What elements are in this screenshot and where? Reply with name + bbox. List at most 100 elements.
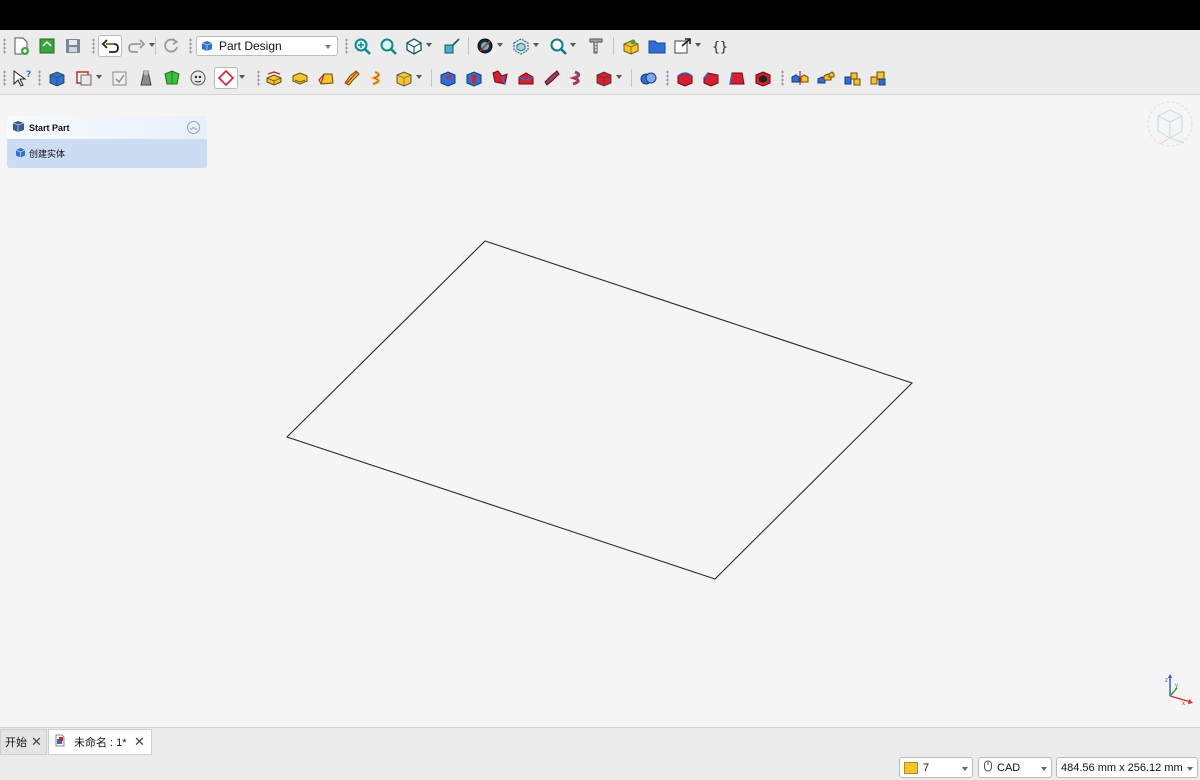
open-document-button[interactable] [36, 35, 58, 57]
close-icon[interactable]: ✕ [134, 734, 145, 750]
fit-selection-button[interactable] [377, 35, 399, 57]
view-isometric-button[interactable] [403, 35, 425, 57]
toolbar-grip[interactable] [257, 70, 260, 86]
close-icon[interactable]: ✕ [31, 734, 42, 750]
subtractive-primitive-button[interactable] [593, 67, 615, 89]
partdesign-workbench-icon [201, 41, 213, 51]
additive-pipe-button[interactable] [341, 67, 363, 89]
groove-icon [492, 70, 508, 85]
toolbar-grip[interactable] [92, 38, 95, 54]
draw-style-select[interactable]: 7 [899, 757, 973, 778]
svg-text:{}: {} [712, 40, 728, 55]
revolution-icon [292, 72, 308, 85]
chevron-down-icon[interactable] [96, 75, 102, 79]
subtractive-helix-button[interactable] [567, 67, 589, 89]
additive-helix-button[interactable] [367, 67, 389, 89]
fit-all-button[interactable] [351, 35, 373, 57]
additive-primitive-button[interactable] [393, 67, 415, 89]
validate-sketch-button[interactable] [109, 67, 131, 89]
subshape-binder-button[interactable] [161, 67, 183, 89]
chevron-down-icon[interactable] [533, 43, 539, 47]
chevron-down-icon[interactable] [616, 75, 622, 79]
toolbar-grip[interactable] [3, 38, 6, 54]
datum-plane-icon [217, 69, 235, 87]
linear-pattern-button[interactable] [815, 67, 837, 89]
create-body-label: 创建实体 [29, 149, 66, 159]
draw-style-icon [477, 38, 493, 54]
toolbar-grip[interactable] [781, 70, 784, 86]
whats-this-button[interactable]: ? [10, 67, 32, 89]
3d-viewport[interactable] [0, 95, 1200, 727]
multi-transform-button[interactable] [867, 67, 889, 89]
fit-selection-icon [380, 38, 397, 55]
draw-style-button[interactable] [474, 35, 496, 57]
subtractive-pipe-icon [544, 70, 560, 86]
undo-button[interactable] [98, 35, 122, 57]
task-panel-header[interactable]: Start Part ︽ [7, 116, 207, 139]
tab-untitled-document[interactable]: 未命名 : 1* ✕ [48, 729, 152, 755]
hole-icon [466, 71, 482, 87]
clone-button[interactable] [187, 67, 209, 89]
datum-plane-button[interactable] [214, 67, 238, 89]
toolbar-grip[interactable] [189, 38, 192, 54]
subtractive-pipe-button[interactable] [541, 67, 563, 89]
pad-button[interactable] [263, 67, 285, 89]
workbench-selector[interactable]: Part Design [196, 36, 338, 56]
navigation-cube[interactable] [1144, 98, 1196, 150]
status-bar: 7 CAD 484.56 mm x 256.12 mm [0, 755, 1200, 780]
toolbar-grip[interactable] [3, 70, 6, 86]
dimension-readout[interactable]: 484.56 mm x 256.12 mm [1056, 757, 1198, 778]
groove-button[interactable] [489, 67, 511, 89]
redo-button[interactable] [126, 35, 148, 57]
zoom-button[interactable] [547, 35, 569, 57]
task-panel-action-create-body[interactable]: 创建实体 [7, 139, 207, 168]
thickness-button[interactable] [752, 67, 774, 89]
bounding-box-button[interactable] [510, 35, 532, 57]
part-button[interactable] [620, 35, 642, 57]
shape-binder-button[interactable] [135, 67, 157, 89]
pocket-button[interactable] [437, 67, 459, 89]
new-document-button[interactable] [10, 35, 32, 57]
workbench-selector-value: Part Design [219, 39, 282, 53]
toolbar-grip[interactable] [38, 70, 41, 86]
sketch-button[interactable] [73, 67, 95, 89]
chevron-down-icon[interactable] [570, 43, 576, 47]
sketch-rectangle-drawing[interactable] [0, 95, 1200, 727]
view-menu-button[interactable] [441, 35, 463, 57]
revolution-button[interactable] [289, 67, 311, 89]
part-icon [623, 39, 639, 55]
chevron-down-icon[interactable] [497, 43, 503, 47]
toolbar-grip[interactable] [666, 70, 669, 86]
polar-pattern-button[interactable] [841, 67, 863, 89]
navigation-style-select[interactable]: CAD [978, 757, 1052, 778]
group-button[interactable] [646, 35, 668, 57]
measure-button[interactable] [585, 35, 607, 57]
boolean-button[interactable] [637, 67, 659, 89]
save-button[interactable] [62, 35, 84, 57]
chevron-down-icon[interactable] [426, 43, 432, 47]
additive-loft-button[interactable] [315, 67, 337, 89]
toolbar-grip[interactable] [345, 38, 348, 54]
chamfer-button[interactable] [700, 67, 722, 89]
draft-button[interactable] [726, 67, 748, 89]
chevron-down-icon [1041, 767, 1047, 771]
save-icon [66, 39, 80, 53]
toolbar-separator [631, 69, 632, 87]
subtractive-loft-button[interactable] [515, 67, 537, 89]
body-icon [15, 147, 26, 161]
body-button[interactable] [46, 67, 68, 89]
link-button[interactable] [672, 35, 694, 57]
chevron-down-icon[interactable] [416, 75, 422, 79]
mirrored-button[interactable] [789, 67, 811, 89]
hole-button[interactable] [463, 67, 485, 89]
chevron-down-icon[interactable] [695, 43, 701, 47]
svg-text:z: z [1165, 678, 1168, 684]
tab-start[interactable]: 开始 ✕ [0, 729, 47, 755]
pad-icon [266, 71, 282, 86]
chevron-down-icon[interactable] [239, 75, 245, 79]
collapse-icon[interactable]: ︽ [187, 121, 200, 134]
macro-button[interactable]: {} [709, 35, 731, 57]
refresh-button[interactable] [160, 35, 182, 57]
chevron-down-icon [962, 767, 968, 771]
fillet-button[interactable] [674, 67, 696, 89]
